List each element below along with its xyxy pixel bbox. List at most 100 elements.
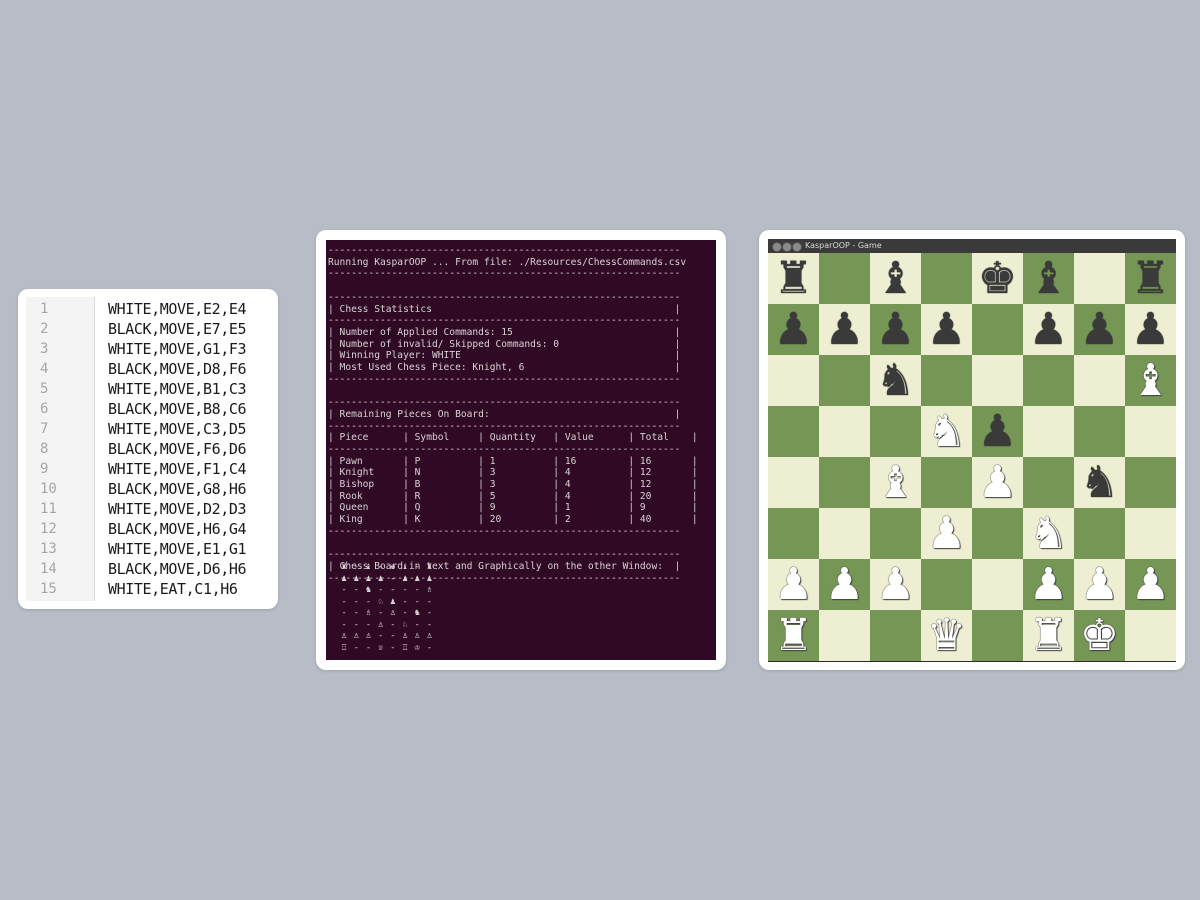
white-knight-icon[interactable]: ♞	[1029, 508, 1068, 559]
white-knight-icon[interactable]: ♞	[927, 406, 966, 457]
board-square[interactable]: ♜	[768, 253, 819, 304]
board-square[interactable]	[1125, 610, 1176, 661]
terminal-window[interactable]: ----------------------------------------…	[326, 240, 716, 660]
black-pawn-icon[interactable]: ♟	[825, 304, 864, 355]
board-square[interactable]	[870, 406, 921, 457]
board-square[interactable]: ♝	[1125, 355, 1176, 406]
board-square[interactable]	[870, 610, 921, 661]
board-square[interactable]	[819, 253, 870, 304]
board-square[interactable]	[768, 508, 819, 559]
board-square[interactable]: ♟	[1074, 559, 1125, 610]
board-square[interactable]	[768, 355, 819, 406]
black-bishop-icon[interactable]: ♝	[876, 253, 915, 304]
board-square[interactable]	[921, 355, 972, 406]
board-square[interactable]: ♝	[870, 253, 921, 304]
board-square[interactable]	[768, 457, 819, 508]
board-square[interactable]	[819, 457, 870, 508]
white-rook-icon[interactable]: ♜	[1029, 610, 1068, 661]
board-square[interactable]	[1125, 457, 1176, 508]
board-square[interactable]	[1023, 406, 1074, 457]
board-square[interactable]	[819, 610, 870, 661]
board-square[interactable]: ♞	[921, 406, 972, 457]
board-square[interactable]: ♝	[1023, 253, 1074, 304]
board-square[interactable]	[972, 355, 1023, 406]
board-square[interactable]: ♞	[1074, 457, 1125, 508]
board-square[interactable]: ♟	[1023, 559, 1074, 610]
board-square[interactable]	[972, 508, 1023, 559]
black-pawn-icon[interactable]: ♟	[927, 304, 966, 355]
board-square[interactable]	[1074, 355, 1125, 406]
board-square[interactable]	[972, 610, 1023, 661]
black-pawn-icon[interactable]: ♟	[774, 304, 813, 355]
board-square[interactable]	[819, 355, 870, 406]
black-bishop-icon[interactable]: ♝	[1029, 253, 1068, 304]
white-pawn-icon[interactable]: ♟	[1131, 559, 1170, 610]
board-square[interactable]: ♜	[1023, 610, 1074, 661]
board-square[interactable]: ♟	[819, 559, 870, 610]
white-pawn-icon[interactable]: ♟	[876, 559, 915, 610]
board-square[interactable]	[768, 406, 819, 457]
board-square[interactable]	[819, 406, 870, 457]
board-square[interactable]: ♟	[870, 304, 921, 355]
board-square[interactable]	[1125, 508, 1176, 559]
board-square[interactable]: ♟	[1125, 559, 1176, 610]
maximize-icon[interactable]	[792, 242, 802, 252]
black-pawn-icon[interactable]: ♟	[1131, 304, 1170, 355]
board-square[interactable]: ♞	[870, 355, 921, 406]
board-square[interactable]: ♚	[1074, 610, 1125, 661]
board-square[interactable]	[972, 559, 1023, 610]
white-pawn-icon[interactable]: ♟	[1080, 559, 1119, 610]
board-square[interactable]: ♜	[768, 610, 819, 661]
board-square[interactable]: ♟	[972, 457, 1023, 508]
board-square[interactable]: ♜	[1125, 253, 1176, 304]
board-square[interactable]	[1074, 508, 1125, 559]
black-pawn-icon[interactable]: ♟	[978, 406, 1017, 457]
board-square[interactable]: ♟	[921, 304, 972, 355]
board-square[interactable]: ♚	[972, 253, 1023, 304]
board-square[interactable]: ♝	[870, 457, 921, 508]
board-square[interactable]	[1125, 406, 1176, 457]
board-square[interactable]	[921, 253, 972, 304]
white-pawn-icon[interactable]: ♟	[1029, 559, 1068, 610]
black-pawn-icon[interactable]: ♟	[1029, 304, 1068, 355]
white-pawn-icon[interactable]: ♟	[774, 559, 813, 610]
black-rook-icon[interactable]: ♜	[1131, 253, 1170, 304]
white-pawn-icon[interactable]: ♟	[978, 457, 1017, 508]
board-square[interactable]	[1023, 457, 1074, 508]
board-square[interactable]	[972, 304, 1023, 355]
black-rook-icon[interactable]: ♜	[774, 253, 813, 304]
white-pawn-icon[interactable]: ♟	[927, 508, 966, 559]
board-square[interactable]	[870, 508, 921, 559]
board-square[interactable]: ♟	[1074, 304, 1125, 355]
black-knight-icon[interactable]: ♞	[1080, 457, 1119, 508]
board-square[interactable]	[1074, 406, 1125, 457]
board-square[interactable]: ♞	[1023, 508, 1074, 559]
board-square[interactable]: ♟	[972, 406, 1023, 457]
white-queen-icon[interactable]: ♛	[927, 610, 966, 661]
board-square[interactable]: ♛	[921, 610, 972, 661]
board-square[interactable]: ♟	[768, 559, 819, 610]
board-square[interactable]: ♟	[768, 304, 819, 355]
board-square[interactable]	[921, 559, 972, 610]
black-knight-icon[interactable]: ♞	[876, 355, 915, 406]
board-square[interactable]: ♟	[1125, 304, 1176, 355]
board-square[interactable]: ♟	[870, 559, 921, 610]
black-king-icon[interactable]: ♚	[978, 253, 1017, 304]
board-square[interactable]: ♟	[819, 304, 870, 355]
board-square[interactable]	[1074, 253, 1125, 304]
white-rook-icon[interactable]: ♜	[774, 610, 813, 661]
minimize-icon[interactable]	[782, 242, 792, 252]
board-square[interactable]	[1023, 355, 1074, 406]
board-square[interactable]: ♟	[1023, 304, 1074, 355]
black-pawn-icon[interactable]: ♟	[876, 304, 915, 355]
white-bishop-icon[interactable]: ♝	[1131, 355, 1170, 406]
csv-editor[interactable]: 1 WHITE,MOVE,E2,E4 2 BLACK,MOVE,E7,E5 3 WHITE…	[26, 297, 274, 601]
chess-board[interactable]: ♜ ♝ ♚ ♝ ♜ ♟ ♟ ♟ ♟ ♟ ♟ ♟ ♞ ♝ ♞ ♟ ♝ ♟ ♞ ♟ ♞ ♟ ♟ ♟ ♟ ♟ ♟ ♜ ♛ ♜ ♚	[768, 253, 1176, 661]
white-king-icon[interactable]: ♚	[1080, 610, 1119, 661]
board-square[interactable]	[819, 508, 870, 559]
close-icon[interactable]	[772, 242, 782, 252]
board-square[interactable]	[921, 457, 972, 508]
board-square[interactable]: ♟	[921, 508, 972, 559]
black-pawn-icon[interactable]: ♟	[1080, 304, 1119, 355]
white-pawn-icon[interactable]: ♟	[825, 559, 864, 610]
